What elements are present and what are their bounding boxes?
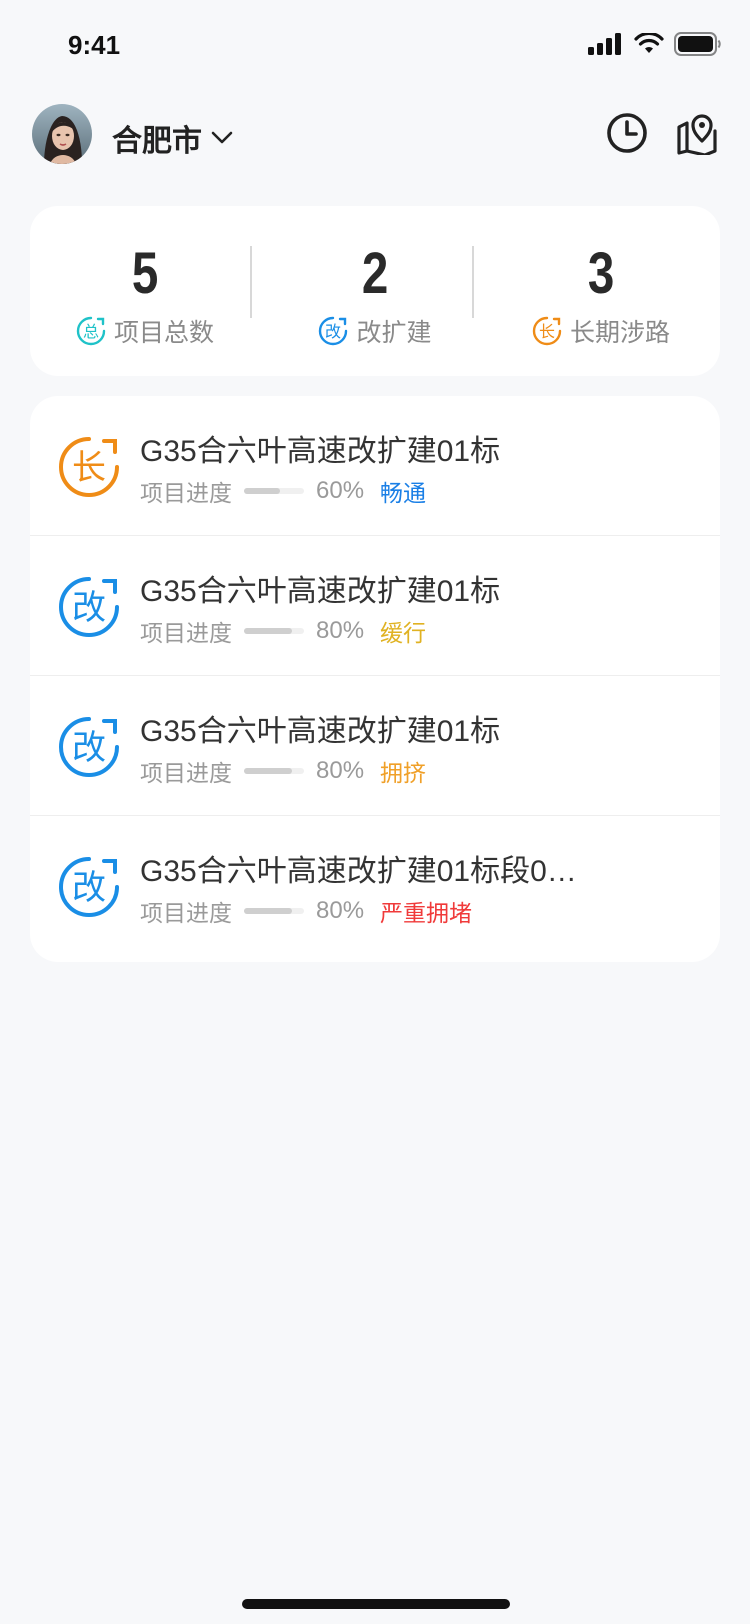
svg-text:长: 长 bbox=[539, 322, 555, 341]
wifi-icon bbox=[634, 33, 664, 53]
progress-bar bbox=[244, 768, 304, 774]
stat-expansion[interactable]: 2 改 改扩建 bbox=[260, 240, 490, 349]
progress-bar-fill bbox=[244, 488, 280, 494]
status-icons bbox=[588, 32, 722, 56]
home-indicator[interactable] bbox=[242, 1599, 510, 1609]
map-pin-icon bbox=[677, 114, 717, 155]
stat-total-label: 项目总数 bbox=[113, 318, 214, 347]
traffic-status: 畅通 bbox=[380, 481, 427, 507]
progress-bar-fill bbox=[244, 908, 292, 914]
expansion-badge-icon: 改 bbox=[59, 577, 119, 637]
stat-total[interactable]: 5 总 项目总数 bbox=[30, 240, 260, 349]
progress-percent: 80% bbox=[316, 617, 365, 644]
project-title: G35合六叶高速改扩建01标 bbox=[140, 715, 501, 748]
stat-total-value: 5 bbox=[131, 241, 159, 306]
battery-icon bbox=[674, 32, 721, 56]
svg-text:改: 改 bbox=[325, 322, 341, 341]
traffic-status: 严重拥堵 bbox=[380, 901, 473, 927]
clock-icon bbox=[607, 113, 647, 153]
status-time: 9:41 bbox=[68, 30, 121, 60]
progress-bar-fill bbox=[244, 628, 292, 634]
avatar[interactable] bbox=[32, 104, 92, 164]
list-item[interactable]: 长 G35合六叶高速改扩建01标 项目进度 60% 畅通 bbox=[30, 396, 720, 536]
longterm-badge-icon: 长 bbox=[532, 316, 562, 346]
stat-expansion-label: 改扩建 bbox=[356, 318, 432, 347]
progress-label: 项目进度 bbox=[140, 621, 232, 647]
stat-longterm[interactable]: 3 长 长期涉路 bbox=[486, 240, 716, 349]
progress-bar bbox=[244, 488, 304, 494]
svg-text:总: 总 bbox=[83, 322, 99, 341]
divider bbox=[250, 246, 252, 318]
stat-total-label-row: 总 项目总数 bbox=[30, 313, 260, 349]
stats-card: 5 总 项目总数 2 改 改扩建 3 长 长期涉路 bbox=[30, 206, 720, 376]
project-title: G35合六叶高速改扩建01标段0… bbox=[140, 855, 577, 888]
progress-percent: 60% bbox=[316, 477, 365, 504]
progress-bar bbox=[244, 628, 304, 634]
project-list: 长 G35合六叶高速改扩建01标 项目进度 60% 畅通 改 G35合六叶高速改… bbox=[30, 396, 720, 962]
signal-icon bbox=[588, 33, 621, 55]
city-selector[interactable]: 合肥市 bbox=[112, 116, 234, 160]
header: 合肥市 bbox=[0, 104, 750, 174]
expansion-badge-icon: 改 bbox=[319, 316, 348, 346]
traffic-status: 缓行 bbox=[380, 621, 427, 647]
stat-expansion-label-row: 改 改扩建 bbox=[260, 313, 490, 349]
project-meta: 项目进度 60% 畅通 bbox=[140, 474, 426, 508]
progress-label: 项目进度 bbox=[140, 761, 232, 787]
project-meta: 项目进度 80% 拥挤 bbox=[140, 754, 426, 788]
traffic-status: 拥挤 bbox=[380, 761, 427, 787]
svg-text:改: 改 bbox=[72, 728, 106, 768]
stat-longterm-label: 长期涉路 bbox=[569, 318, 670, 347]
stat-expansion-value: 2 bbox=[361, 241, 389, 306]
progress-bar bbox=[244, 908, 304, 914]
chevron-down-icon bbox=[211, 131, 233, 144]
expansion-badge-icon: 改 bbox=[59, 717, 119, 777]
expansion-badge-icon: 改 bbox=[59, 857, 119, 917]
progress-percent: 80% bbox=[316, 897, 365, 924]
stat-longterm-label-row: 长 长期涉路 bbox=[486, 313, 716, 349]
history-button[interactable] bbox=[604, 110, 650, 156]
total-badge-icon: 总 bbox=[76, 316, 106, 346]
stat-longterm-value: 3 bbox=[587, 241, 615, 306]
progress-label: 项目进度 bbox=[140, 481, 232, 507]
status-bar: 9:41 bbox=[0, 0, 750, 96]
svg-text:长: 长 bbox=[72, 448, 106, 488]
progress-bar-fill bbox=[244, 768, 292, 774]
progress-label: 项目进度 bbox=[140, 901, 232, 927]
map-button[interactable] bbox=[674, 110, 720, 156]
list-item[interactable]: 改 G35合六叶高速改扩建01标 项目进度 80% 缓行 bbox=[30, 536, 720, 676]
project-meta: 项目进度 80% 缓行 bbox=[140, 614, 426, 648]
city-label: 合肥市 bbox=[112, 124, 202, 159]
longterm-badge-icon: 长 bbox=[59, 437, 119, 497]
project-meta: 项目进度 80% 严重拥堵 bbox=[140, 894, 472, 928]
divider bbox=[472, 246, 474, 318]
project-title: G35合六叶高速改扩建01标 bbox=[140, 575, 501, 608]
progress-percent: 80% bbox=[316, 757, 365, 784]
project-title: G35合六叶高速改扩建01标 bbox=[140, 435, 501, 468]
list-item[interactable]: 改 G35合六叶高速改扩建01标 项目进度 80% 拥挤 bbox=[30, 676, 720, 816]
svg-text:改: 改 bbox=[72, 588, 106, 628]
svg-text:改: 改 bbox=[72, 868, 106, 908]
list-item[interactable]: 改 G35合六叶高速改扩建01标段0… 项目进度 80% 严重拥堵 bbox=[30, 816, 720, 956]
